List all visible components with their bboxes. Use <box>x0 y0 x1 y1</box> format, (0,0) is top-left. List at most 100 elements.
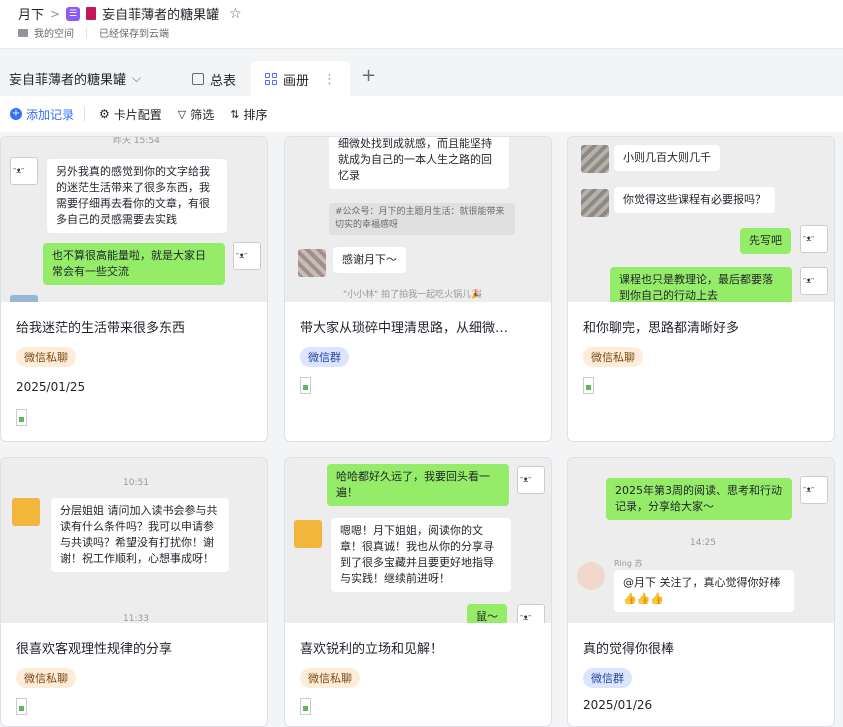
avatar <box>577 562 605 590</box>
system-message: "小小林" 拍了拍我一起吃火锅儿🎉 <box>343 290 483 300</box>
status-badge: 微信私聊 <box>16 347 76 367</box>
status-badge: 微信私聊 <box>300 668 360 688</box>
avatar <box>298 249 326 277</box>
chat-bubble: 感谢月下～ <box>333 247 406 273</box>
gallery-cards: 昨天 15:54 另外我真的感觉到你的文字给我的迷茫生活带来了很多东西，我需要仔… <box>0 132 843 727</box>
avatar <box>800 225 828 253</box>
attachment-thumbnail[interactable] <box>300 377 311 394</box>
more-icon[interactable]: ⋮ <box>323 72 336 87</box>
record-card[interactable]: 哈哈都好久远了，我要回头看一遍！ 嗯嗯！月下姐姐，阅读你的文章！很真诚！我也从你… <box>284 457 552 727</box>
card-cover-image: 小则几百大则几千 你觉得这些课程有必要报吗？ 先写吧 课程也只是教理论，最后都要… <box>568 137 834 302</box>
chat-bubble: 小则几百大则几千 <box>614 145 720 171</box>
chat-bubble: 另外我真的感觉到你的文字给我的迷茫生活带来了很多东西，我需要仔细再去看你的文章，… <box>47 159 227 233</box>
avatar <box>517 466 545 494</box>
plus-icon: + <box>10 108 22 120</box>
book-icon <box>86 7 97 20</box>
status-badge: 微信群 <box>300 347 349 367</box>
card-cover-image: 细微处找到成就感，而且能坚持就成为自己的一本人生之路的回忆录 #公众号：月下的主… <box>285 137 551 302</box>
attachment-thumbnail[interactable] <box>16 698 27 715</box>
card-date: 2025/01/26 <box>583 698 653 712</box>
card-title: 和你聊完，思路都清晰好多 <box>583 321 740 336</box>
chat-bubble: 先写吧 <box>740 228 791 254</box>
card-config-label: 卡片配置 <box>113 107 162 122</box>
tab-grid[interactable]: 总表 <box>178 61 250 97</box>
tab-label: 画册 <box>283 73 310 89</box>
star-icon[interactable]: ☆ <box>229 6 242 22</box>
grid-icon <box>192 73 204 85</box>
avatar <box>233 242 261 270</box>
top-bar: 月下 > ☰ 妄自菲薄者的糖果罐 ☆ 我的空间 已经保存到云端 <box>0 0 843 48</box>
avatar <box>10 295 38 302</box>
card-title: 真的觉得你很棒 <box>583 642 675 657</box>
attachment-thumbnail[interactable] <box>16 409 27 426</box>
table-name: 妄自菲薄者的糖果罐 <box>9 73 127 88</box>
card-title: 喜欢锐利的立场和见解！ <box>300 642 444 657</box>
view-tab-bar: 妄自菲薄者的糖果罐 ⌵ 总表 画册 ⋮ <box>0 48 843 97</box>
add-view-button[interactable]: + <box>361 65 376 86</box>
avatar <box>581 189 609 217</box>
card-date: 2025/01/25 <box>16 380 86 394</box>
tab-gallery[interactable]: 画册 ⋮ <box>251 61 351 97</box>
chat-timestamp: 11:33 <box>123 614 149 623</box>
chat-bubble: 课程也只是教理论，最后都要落到你自己的行动上去 <box>610 267 792 302</box>
avatar <box>294 520 322 548</box>
sender-name: Ring 苏 <box>614 559 643 568</box>
avatar <box>800 476 828 504</box>
card-title: 给我迷茫的生活带来很多东西 <box>16 321 186 336</box>
card-cover-image: 10:51 分层姐姐 请问加入读书会参与共读有什么条件吗？我可以申请参与共读吗？… <box>1 458 267 623</box>
status-badge: 微信私聊 <box>583 347 643 367</box>
avatar <box>517 604 545 623</box>
quote-message: #公众号：月下的主题月生活：就很能带来切实的幸福感呀 <box>329 203 515 235</box>
breadcrumb-separator: > <box>50 6 61 21</box>
avatar <box>12 498 40 526</box>
record-card[interactable]: 小则几百大则几千 你觉得这些课程有必要报吗？ 先写吧 课程也只是教理论，最后都要… <box>567 136 835 442</box>
chat-bubble: 也不算很高能量啦，就是大家日常会有一些交流 <box>43 243 225 285</box>
gear-icon: ⚙ <box>99 107 110 121</box>
attachment-thumbnail[interactable] <box>583 377 594 394</box>
save-status: 已经保存到云端 <box>99 29 169 40</box>
record-card[interactable]: 细微处找到成就感，而且能坚持就成为自己的一本人生之路的回忆录 #公众号：月下的主… <box>284 136 552 442</box>
card-title: 很喜欢客观理性规律的分享 <box>16 642 173 657</box>
space-link[interactable]: 我的空间 <box>34 25 74 40</box>
add-record-label: 添加记录 <box>26 107 75 122</box>
chat-bubble: 鼠～ <box>467 604 507 623</box>
card-cover-image: 昨天 15:54 另外我真的感觉到你的文字给我的迷茫生活带来了很多东西，我需要仔… <box>1 137 267 302</box>
status-badge: 微信私聊 <box>16 668 76 688</box>
sort-button[interactable]: ⇅ 排序 <box>224 106 273 123</box>
record-card[interactable]: 2025年第3周的阅读、思考和行动记录，分享给大家～ 14:25 Ring 苏 … <box>567 457 835 727</box>
add-record-button[interactable]: + 添加记录 <box>4 106 80 123</box>
filter-label: 筛选 <box>190 107 215 122</box>
attachment-thumbnail[interactable] <box>300 698 311 715</box>
breadcrumb: 月下 > ☰ 妄自菲薄者的糖果罐 ☆ <box>18 4 242 24</box>
chevron-down-icon: ⌵ <box>132 71 142 85</box>
breadcrumb-parent[interactable]: 月下 <box>18 4 44 23</box>
chat-bubble: @月下 关注了，真心觉得你好棒👍👍👍 <box>614 570 794 612</box>
filter-icon: ▽ <box>177 107 187 121</box>
avatar <box>581 145 609 173</box>
record-card[interactable]: 昨天 15:54 另外我真的感觉到你的文字给我的迷茫生活带来了很多东西，我需要仔… <box>0 136 268 442</box>
avatar <box>10 157 38 185</box>
doc-title[interactable]: 妄自菲薄者的糖果罐 <box>102 4 219 23</box>
folder-icon <box>18 28 28 37</box>
chat-bubble: 分层姐姐 请问加入读书会参与共读有什么条件吗？我可以申请参与共读吗？希望没有打扰… <box>51 498 229 572</box>
chat-timestamp: 昨天 15:54 <box>113 137 160 146</box>
filter-button[interactable]: ▽ 筛选 <box>172 106 220 123</box>
table-selector[interactable]: 妄自菲薄者的糖果罐 ⌵ <box>9 69 141 88</box>
card-cover-image: 哈哈都好久远了，我要回头看一遍！ 嗯嗯！月下姐姐，阅读你的文章！很真诚！我也从你… <box>285 458 551 623</box>
chat-bubble: 你觉得这些课程有必要报吗？ <box>614 187 775 213</box>
doc-subline: 我的空间 已经保存到云端 <box>18 25 169 40</box>
sort-label: 排序 <box>243 107 268 122</box>
chat-bubble: 哈哈都好久远了，我要回头看一遍！ <box>327 464 509 506</box>
record-card[interactable]: 10:51 分层姐姐 请问加入读书会参与共读有什么条件吗？我可以申请参与共读吗？… <box>0 457 268 727</box>
list-icon: ☰ <box>66 6 81 21</box>
card-config-button[interactable]: ⚙ 卡片配置 <box>93 106 168 123</box>
gallery-icon <box>265 73 277 85</box>
chat-bubble: 细微处找到成就感，而且能坚持就成为自己的一本人生之路的回忆录 <box>329 137 509 189</box>
sort-icon: ⇅ <box>230 107 240 121</box>
divider <box>86 27 87 38</box>
chat-timestamp: 14:25 <box>690 538 716 548</box>
tab-label: 总表 <box>210 73 237 89</box>
avatar <box>800 267 828 295</box>
chat-bubble: 嗯嗯！月下姐姐，阅读你的文章！很真诚！我也从你的分享寻到了很多宝藏并且要更好地指… <box>331 518 511 592</box>
chat-timestamp: 10:51 <box>123 478 149 488</box>
